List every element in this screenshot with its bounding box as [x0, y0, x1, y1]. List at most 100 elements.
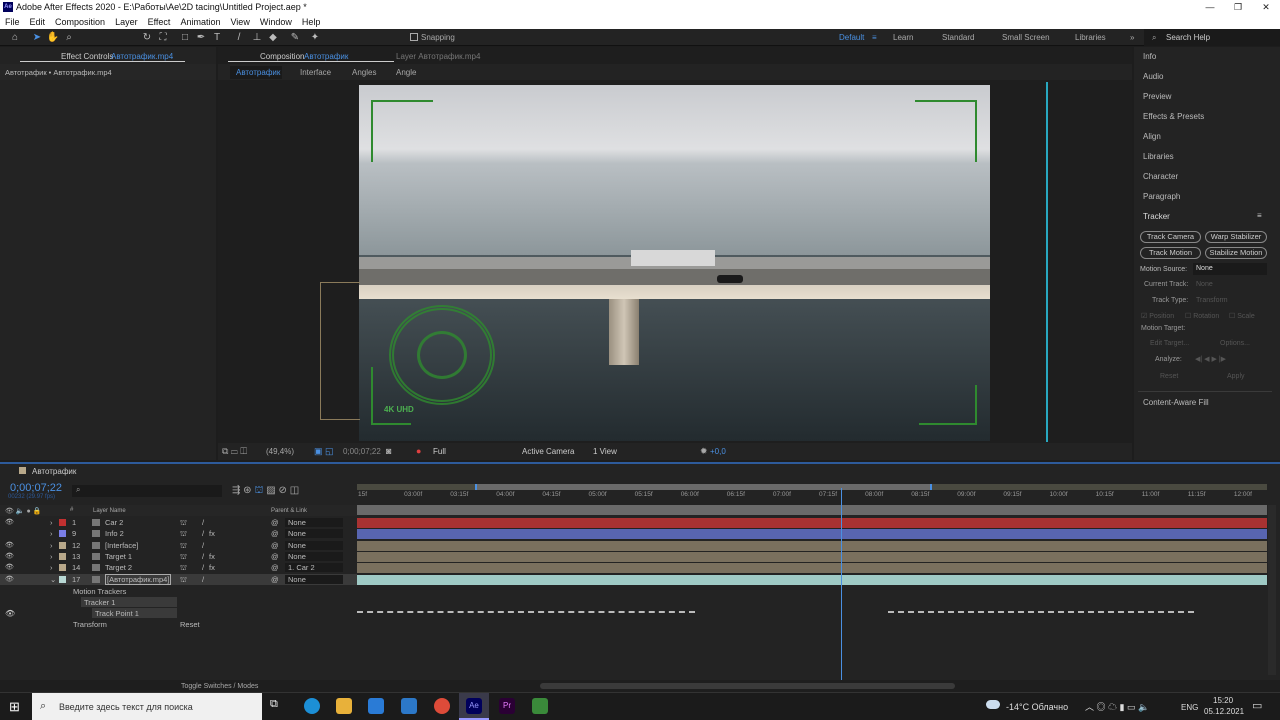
motion-source-dropdown[interactable]: None: [1193, 263, 1267, 275]
stabilize-motion-button[interactable]: Stabilize Motion: [1205, 247, 1267, 259]
tracker-1-item[interactable]: Tracker 1: [84, 597, 441, 608]
rotate-tool-icon[interactable]: ↻: [140, 31, 154, 44]
quality-switch-icon[interactable]: /: [202, 540, 204, 551]
menu-edit[interactable]: Edit: [30, 15, 46, 29]
pick-whip-icon[interactable]: @: [271, 540, 279, 551]
visibility-eye-icon[interactable]: 👁: [5, 574, 14, 585]
expand-chevron-icon[interactable]: ›: [50, 551, 53, 562]
panel-effects-presets[interactable]: Effects & Presets: [1143, 112, 1204, 121]
fx-switch[interactable]: fx: [209, 528, 215, 539]
workspace-small-screen[interactable]: Small Screen: [1002, 33, 1050, 42]
resolution-dropdown[interactable]: Full: [433, 447, 446, 456]
search-help-field[interactable]: [1144, 29, 1280, 46]
layer-duration-bar[interactable]: [357, 551, 1267, 562]
fx-switch[interactable]: fx: [209, 562, 215, 573]
channels-icon[interactable]: ●: [416, 446, 421, 456]
panel-info[interactable]: Info: [1143, 52, 1156, 61]
menu-animation[interactable]: Animation: [180, 15, 220, 29]
parent-dropdown[interactable]: None: [285, 541, 343, 550]
panel-preview[interactable]: Preview: [1143, 92, 1171, 101]
layer-duration-bar[interactable]: [357, 574, 1267, 585]
shy-switch-icon[interactable]: ⛫: [180, 540, 187, 551]
brush-tool-icon[interactable]: /: [232, 31, 246, 44]
task-view-icon[interactable]: ⧉: [270, 698, 286, 714]
timeline-timecode[interactable]: 0;00;07;22: [10, 482, 62, 494]
workspace-default[interactable]: Default: [839, 33, 864, 42]
layer-duration-bar[interactable]: [357, 517, 1267, 528]
pick-whip-icon[interactable]: @: [271, 574, 279, 585]
expand-chevron-icon[interactable]: ›: [50, 562, 53, 573]
weather-text[interactable]: -14°C Облачно: [1006, 702, 1068, 712]
exposure-value[interactable]: +0,0: [710, 447, 726, 456]
home-icon[interactable]: ⌂: [8, 31, 22, 44]
maximize-button[interactable]: ❐: [1224, 0, 1252, 15]
clock-time[interactable]: 15:20: [1213, 696, 1233, 705]
visibility-eye-icon[interactable]: 👁: [5, 517, 14, 528]
label-color-swatch[interactable]: [59, 542, 66, 549]
safe-margins-icon[interactable]: ▣ ◱: [314, 446, 334, 457]
layer-name[interactable]: [Interface]: [105, 540, 138, 551]
store-icon[interactable]: [368, 698, 384, 714]
quality-switch-icon[interactable]: /: [202, 528, 204, 539]
parent-dropdown[interactable]: 1. Car 2: [285, 563, 343, 572]
panel-align[interactable]: Align: [1143, 132, 1161, 141]
expand-chevron-icon[interactable]: ›: [50, 517, 53, 528]
snapshot-icon[interactable]: ◙: [386, 446, 391, 456]
track-motion-button[interactable]: Track Motion: [1140, 247, 1201, 259]
workspace-learn[interactable]: Learn: [893, 33, 913, 42]
panel-paragraph[interactable]: Paragraph: [1143, 192, 1180, 201]
menu-help[interactable]: Help: [302, 15, 321, 29]
guide-line[interactable]: [1046, 82, 1048, 442]
track-camera-button[interactable]: Track Camera: [1140, 231, 1201, 243]
playhead[interactable]: [841, 488, 842, 680]
col-layer-name[interactable]: Layer Name: [93, 508, 126, 514]
shy-switch-icon[interactable]: ⛫: [180, 562, 187, 573]
layer-duration-bar[interactable]: [357, 540, 1267, 551]
minimize-button[interactable]: —: [1196, 0, 1224, 15]
composition-viewer-frame[interactable]: 4K UHD: [359, 85, 990, 441]
app-icon[interactable]: [532, 698, 548, 714]
layer-name[interactable]: Target 1: [105, 551, 132, 562]
workspace-standard[interactable]: Standard: [942, 33, 974, 42]
file-explorer-icon[interactable]: [336, 698, 352, 714]
notifications-icon[interactable]: ▭: [1252, 699, 1262, 712]
more-workspaces-icon[interactable]: »: [1130, 33, 1134, 42]
toggle-switches-modes[interactable]: Toggle Switches / Modes: [181, 683, 258, 690]
layer-duration-bar[interactable]: [357, 528, 1267, 539]
layer-row[interactable]: 👁 › 14 Target 2 ⛫ / fx @ 1. Car 2: [0, 562, 357, 573]
shy-switch-icon[interactable]: ⛫: [180, 528, 187, 539]
eraser-tool-icon[interactable]: ◆: [266, 31, 280, 44]
camera-dropdown[interactable]: Active Camera: [522, 447, 574, 456]
warp-stabilizer-button[interactable]: Warp Stabilizer: [1205, 231, 1267, 243]
layer-row[interactable]: 👁 › 13 Target 1 ⛫ / fx @ None: [0, 551, 357, 562]
layer-duration-bar[interactable]: [357, 562, 1267, 573]
col-parent[interactable]: Parent & Link: [271, 508, 307, 514]
shy-switch-icon[interactable]: ⛫: [180, 551, 187, 562]
weather-cloud-icon[interactable]: [986, 700, 1000, 709]
quality-switch-icon[interactable]: /: [202, 574, 204, 585]
label-color-swatch[interactable]: [59, 519, 66, 526]
label-color-swatch[interactable]: [59, 530, 66, 537]
fx-switch[interactable]: fx: [209, 551, 215, 562]
flow-item-angles[interactable]: Angles: [352, 68, 376, 77]
hand-tool-icon[interactable]: ✋: [46, 31, 60, 44]
visibility-eye-icon[interactable]: 👁: [5, 551, 14, 562]
exposure-icon[interactable]: ✹: [700, 446, 708, 457]
flow-item-interface[interactable]: Interface: [300, 68, 331, 77]
chrome-icon[interactable]: [434, 698, 450, 714]
workspace-libraries[interactable]: Libraries: [1075, 33, 1106, 42]
shy-switch-icon[interactable]: ⛫: [180, 517, 187, 528]
shy-switch-icon[interactable]: ⛫: [180, 574, 187, 585]
expand-chevron-icon[interactable]: ›: [50, 528, 53, 539]
panel-libraries[interactable]: Libraries: [1143, 152, 1174, 161]
stamp-tool-icon[interactable]: ⊥: [250, 31, 264, 44]
language-indicator[interactable]: ENG: [1181, 703, 1198, 712]
expand-chevron-icon[interactable]: ›: [50, 540, 53, 551]
layer-row[interactable]: 👁 › 1 Car 2 ⛫ / @ None: [0, 517, 357, 528]
parent-dropdown[interactable]: None: [285, 529, 343, 538]
workspace-menu-icon[interactable]: ≡: [872, 33, 877, 42]
close-button[interactable]: ✕: [1252, 0, 1280, 15]
panel-content-aware-fill[interactable]: Content-Aware Fill: [1143, 398, 1209, 407]
mail-icon[interactable]: [401, 698, 417, 714]
menu-layer[interactable]: Layer: [115, 15, 138, 29]
